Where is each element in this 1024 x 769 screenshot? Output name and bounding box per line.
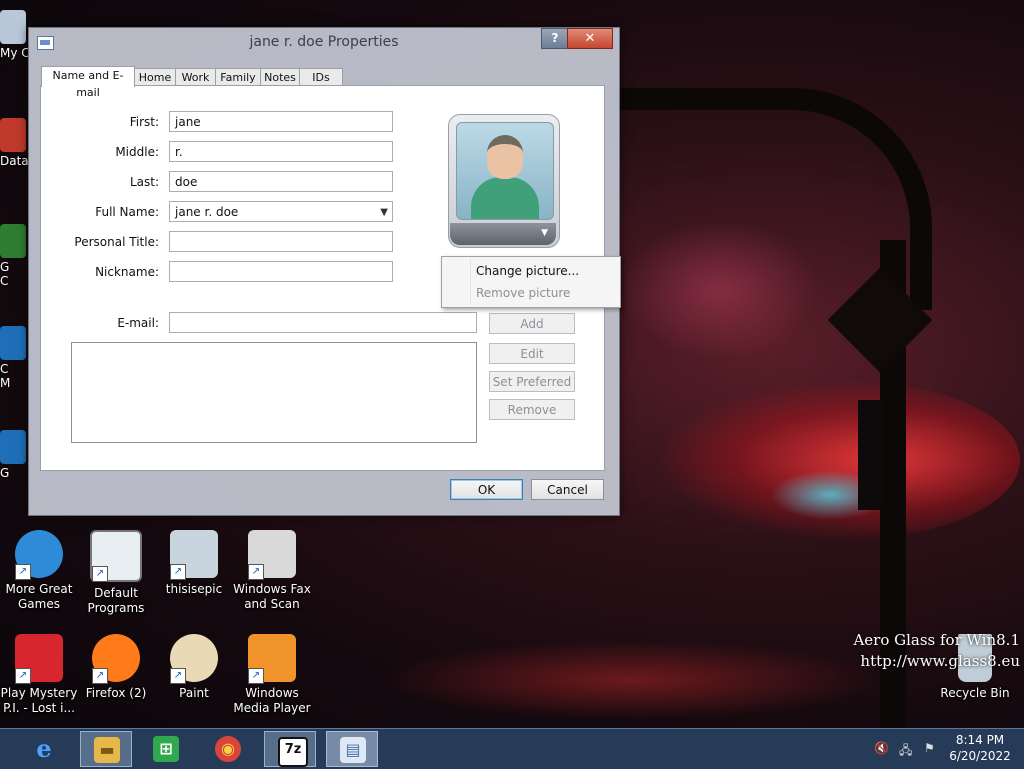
desktop-icon-data[interactable]: Data — [0, 118, 30, 168]
taskbar-contacts[interactable]: ▤ — [326, 731, 378, 767]
contact-picture-button[interactable]: ▼ — [448, 114, 560, 248]
desktop-icon-default-programs[interactable]: ↗ Default Programs — [74, 530, 158, 616]
middle-label: Middle: — [115, 145, 159, 159]
network-icon[interactable]: 🖧 — [899, 741, 913, 757]
taskbar: e ▬ ⊞ ◉ 7z ▤ — [0, 728, 1024, 769]
taskbar-7zip[interactable]: 7z — [264, 731, 316, 767]
first-label: First: — [129, 115, 159, 129]
7zip-icon: 7z — [278, 737, 308, 767]
fax-icon: ↗ — [248, 530, 296, 580]
picture-menu-bar[interactable]: ▼ — [450, 223, 556, 245]
data-icon — [0, 118, 26, 152]
aero-glass-watermark: Aero Glass for Win8.1 http://www.glass8.… — [853, 631, 1020, 670]
personal-title-field[interactable] — [169, 231, 393, 252]
desktop-icon-thisisepic[interactable]: ↗ thisisepic — [152, 530, 236, 597]
file-explorer-icon: ▬ — [94, 737, 120, 763]
person-avatar-icon — [456, 122, 554, 220]
taskbar-store[interactable]: ⊞ — [140, 731, 192, 767]
wallpaper-traffic-light — [858, 400, 882, 510]
tab-home[interactable]: Home — [134, 68, 176, 86]
last-name-field[interactable]: doe — [169, 171, 393, 192]
set-preferred-button[interactable]: Set Preferred — [489, 371, 575, 392]
full-name-value: jane r. doe — [175, 205, 239, 219]
chrome-icon: ◉ — [215, 736, 241, 762]
help-button[interactable]: ? — [541, 28, 569, 49]
email-field[interactable] — [169, 312, 477, 333]
taskbar-clock[interactable]: 8:14 PM 6/20/2022 — [948, 732, 1012, 764]
chevron-down-icon[interactable]: ▼ — [380, 202, 388, 223]
desktop-icon-firefox[interactable]: ↗ Firefox (2) — [74, 634, 158, 701]
dialog-title: jane r. doe Properties — [249, 34, 399, 50]
cancel-button[interactable]: Cancel — [531, 479, 604, 500]
taskbar-chrome[interactable]: ◉ — [202, 731, 254, 767]
personal-title-label: Personal Title: — [74, 235, 159, 249]
desktop-icon-partial-c[interactable]: C M — [0, 326, 30, 390]
desktop-icon-play-mystery-pi[interactable]: ↗ Play Mystery P.I. - Lost i... — [0, 634, 81, 716]
paint-icon: ↗ — [170, 634, 218, 684]
store-icon: ⊞ — [153, 736, 179, 762]
internet-explorer-icon: e — [36, 734, 52, 763]
desktop-icon-paint[interactable]: ↗ Paint — [152, 634, 236, 701]
clock-date: 6/20/2022 — [949, 749, 1011, 763]
action-center-flag-icon[interactable]: ⚑ — [924, 741, 938, 755]
first-name-field[interactable]: jane — [169, 111, 393, 132]
taskbar-internet-explorer[interactable]: e — [18, 731, 70, 767]
app-icon — [0, 224, 26, 258]
nickname-label: Nickname: — [95, 265, 159, 279]
games-icon: ↗ — [15, 530, 63, 580]
taskbar-file-explorer[interactable]: ▬ — [80, 731, 132, 767]
firefox-icon: ↗ — [92, 634, 140, 684]
wallpaper-glow — [380, 640, 880, 720]
close-button[interactable]: ✕ — [567, 28, 613, 49]
media-player-icon: ↗ — [248, 634, 296, 684]
desktop-icon-my-computer[interactable]: My C — [0, 10, 30, 60]
add-email-button[interactable]: Add — [489, 313, 575, 334]
avatar-body — [471, 177, 539, 219]
avatar-head — [487, 135, 523, 179]
tab-notes[interactable]: Notes — [260, 68, 300, 86]
picture-shortcut-icon: ↗ — [170, 530, 218, 580]
email-list[interactable] — [71, 342, 477, 443]
default-programs-icon: ↗ — [90, 530, 142, 582]
computer-icon — [0, 10, 26, 44]
tab-ids[interactable]: IDs — [299, 68, 343, 86]
chevron-down-icon[interactable]: ▼ — [541, 228, 548, 238]
middle-name-field[interactable]: r. — [169, 141, 393, 162]
picture-context-menu: Change picture... Remove picture — [441, 256, 621, 308]
tab-family[interactable]: Family — [215, 68, 261, 86]
desktop-icon-windows-fax-and-scan[interactable]: ↗ Windows Fax and Scan — [230, 530, 314, 612]
clock-time: 8:14 PM — [955, 733, 1005, 747]
app-icon — [0, 430, 26, 464]
contacts-icon: ▤ — [340, 737, 366, 763]
menu-item-change-picture[interactable]: Change picture... — [476, 264, 579, 278]
mystery-pi-icon: ↗ — [15, 634, 63, 684]
email-label: E-mail: — [117, 316, 159, 330]
last-label: Last: — [129, 175, 159, 189]
tab-name-and-email[interactable]: Name and E-mail — [41, 66, 135, 99]
menu-item-remove-picture[interactable]: Remove picture — [476, 286, 570, 300]
app-icon — [0, 326, 26, 360]
desktop-icon-partial-g2[interactable]: G — [0, 430, 30, 480]
desktop-icon-partial-g[interactable]: G C — [0, 224, 30, 288]
menu-gutter — [470, 259, 471, 305]
full-name-combo[interactable]: jane r. doe ▼ — [169, 201, 393, 222]
nickname-field[interactable] — [169, 261, 393, 282]
ok-button[interactable]: OK — [450, 479, 523, 500]
desktop-icon-more-great-games[interactable]: ↗ More Great Games — [0, 530, 81, 612]
start-area[interactable] — [0, 731, 4, 767]
remove-email-button[interactable]: Remove — [489, 399, 575, 420]
desktop-icon-windows-media-player[interactable]: ↗ Windows Media Player — [230, 634, 314, 716]
volume-muted-icon[interactable]: 🔇 — [874, 741, 889, 755]
full-name-label: Full Name: — [95, 205, 159, 219]
edit-email-button[interactable]: Edit — [489, 343, 575, 364]
dialog-titlebar[interactable]: jane r. doe Properties ? ✕ — [29, 28, 619, 56]
tab-work[interactable]: Work — [175, 68, 216, 86]
